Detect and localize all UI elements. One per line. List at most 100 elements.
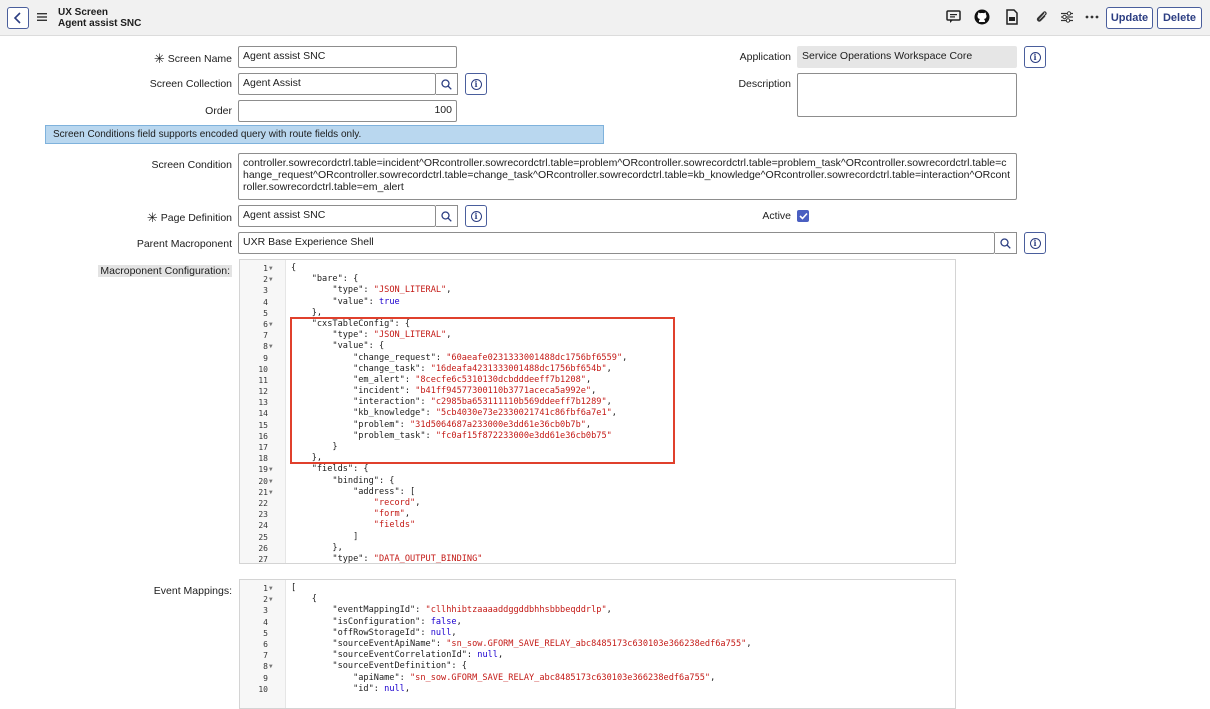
code-lines: 1 ▼{2 ▼ "bare": {3 "type": "JSON_LITERAL",… bbox=[240, 263, 955, 564]
hamburger-menu-icon[interactable] bbox=[37, 12, 47, 22]
screen-collection-info-button[interactable]: i bbox=[465, 73, 487, 95]
code-line: 10 "id": null, bbox=[240, 684, 955, 695]
fold-arrow-icon[interactable]: ▼ bbox=[269, 464, 273, 475]
code-line: 24 "fields" bbox=[240, 520, 955, 531]
code-text: "record", bbox=[373, 497, 421, 508]
fold-arrow-icon[interactable]: ▼ bbox=[269, 661, 273, 672]
github-icon[interactable] bbox=[973, 8, 991, 26]
fold-arrow-icon[interactable]: ▼ bbox=[269, 476, 273, 487]
line-number: 2 bbox=[263, 275, 268, 285]
code-line: 9 "apiName": "sn_sow.GFORM_SAVE_RELAY_ab… bbox=[240, 673, 955, 684]
fold-arrow-icon[interactable]: ▼ bbox=[269, 487, 273, 498]
fold-arrow-icon[interactable]: ▼ bbox=[269, 341, 273, 352]
line-number: 7 bbox=[263, 651, 268, 661]
description-textarea[interactable] bbox=[797, 73, 1017, 117]
screen-name-input[interactable]: Agent assist SNC bbox=[238, 46, 457, 68]
code-line: 5 }, bbox=[240, 308, 955, 319]
macroponent-config-editor[interactable]: 1 ▼{2 ▼ "bare": {3 "type": "JSON_LITERAL",… bbox=[239, 259, 956, 564]
fold-arrow-icon[interactable]: ▼ bbox=[269, 594, 273, 605]
line-number: 10 bbox=[258, 684, 268, 694]
line-number: 21 bbox=[258, 487, 268, 497]
code-text: ] bbox=[291, 531, 359, 542]
table-name: UX Screen bbox=[58, 7, 109, 18]
line-number: 25 bbox=[258, 532, 268, 542]
code-line: 13 "interaction": "c2985ba653111110b569d… bbox=[240, 397, 955, 408]
page-definition-input[interactable]: Agent assist SNC bbox=[238, 205, 436, 227]
info-icon: i bbox=[1029, 237, 1041, 249]
line-number: 23 bbox=[258, 510, 268, 520]
line-number: 20 bbox=[258, 476, 268, 486]
code-line: 23 "form", bbox=[240, 509, 955, 520]
screen-condition-textarea[interactable]: controller.sowrecordctrl.table=incident^… bbox=[238, 153, 1017, 200]
code-line: 1 ▼ [ bbox=[240, 583, 955, 594]
line-number: 17 bbox=[258, 443, 268, 452]
code-text: "em_alert": "8cecfe6c5310130dcbdddeeff7b… bbox=[291, 374, 592, 385]
document-icon[interactable] bbox=[1003, 8, 1021, 26]
back-button[interactable] bbox=[7, 7, 29, 29]
line-number: 6 bbox=[263, 639, 268, 649]
attachment-icon[interactable] bbox=[1033, 8, 1051, 26]
code-text: }, bbox=[291, 542, 343, 553]
code-text: "problem": "31d5064687a233000e3dd61e36cb… bbox=[291, 419, 592, 430]
fold-arrow-icon[interactable]: ▼ bbox=[269, 263, 273, 274]
line-number: 7 bbox=[263, 331, 268, 341]
more-icon[interactable] bbox=[1083, 8, 1101, 26]
line-number: 15 bbox=[258, 420, 268, 430]
parent-macroponent-lookup-button[interactable] bbox=[995, 232, 1017, 254]
comment-icon[interactable] bbox=[944, 8, 962, 26]
line-number: 27 bbox=[258, 554, 268, 564]
line-number: 10 bbox=[258, 364, 268, 374]
event-mappings-editor[interactable]: 1 ▼[2 ▼ {3 "eventMappingId": "cllhhibtzaaa… bbox=[239, 579, 956, 709]
line-number: 5 bbox=[263, 308, 268, 318]
screen-collection-input[interactable]: Agent Assist bbox=[238, 73, 436, 95]
order-label: Order bbox=[205, 105, 232, 117]
code-text: "address": [ bbox=[291, 486, 416, 497]
code-text: }, bbox=[291, 307, 323, 318]
page-definition-lookup-button[interactable] bbox=[436, 205, 458, 227]
order-input[interactable]: 100 bbox=[238, 100, 457, 122]
line-number: 8 bbox=[263, 342, 268, 352]
record-title: UX Screen Agent assist SNC bbox=[58, 7, 141, 29]
code-text: "fields": { bbox=[291, 464, 369, 475]
parent-macroponent-input[interactable]: UXR Base Experience Shell bbox=[238, 232, 995, 254]
active-checkbox[interactable] bbox=[797, 210, 809, 222]
required-asterisk-icon: ✳ bbox=[153, 51, 165, 66]
code-line: 7 "type": "JSON_LITERAL", bbox=[240, 330, 955, 341]
page-definition-info-button[interactable]: i bbox=[465, 205, 487, 227]
line-number: 4 bbox=[263, 297, 268, 307]
line-number: 26 bbox=[258, 543, 268, 553]
event-mappings-label: Event Mappings: bbox=[153, 585, 232, 597]
line-number: 13 bbox=[258, 398, 268, 408]
code-text: "problem_task": "fc0af15f872233000e3dd61… bbox=[291, 430, 612, 441]
code-text: "eventMappingId": "cllhhibtzaaaaddggddbh… bbox=[291, 605, 612, 616]
line-number: 18 bbox=[258, 454, 268, 464]
code-line: 7 "sourceEventCorrelationId": null, bbox=[240, 650, 955, 661]
search-icon bbox=[441, 78, 452, 90]
settings-sliders-icon[interactable] bbox=[1058, 8, 1076, 26]
update-button[interactable]: Update bbox=[1106, 7, 1153, 29]
delete-button[interactable]: Delete bbox=[1157, 7, 1202, 29]
code-line: 20 ▼ "binding": { bbox=[240, 476, 955, 487]
code-text: "type": "DATA_OUTPUT_BINDING" bbox=[291, 553, 483, 564]
code-text: "isConfiguration": false, bbox=[291, 616, 462, 627]
code-text: "fields" bbox=[373, 520, 416, 531]
code-text: "bare": { bbox=[291, 274, 359, 285]
fold-arrow-icon[interactable]: ▼ bbox=[269, 274, 273, 285]
code-line: 12 "incident": "b41ff94577300110b3771ace… bbox=[240, 386, 955, 397]
fold-arrow-icon[interactable]: ▼ bbox=[269, 583, 273, 594]
screen-collection-lookup-button[interactable] bbox=[436, 73, 458, 95]
parent-macroponent-info-button[interactable]: i bbox=[1024, 232, 1046, 254]
code-text: "sourceEventApiName": "sn_sow.GFORM_SAVE… bbox=[291, 638, 752, 649]
fold-arrow-icon[interactable]: ▼ bbox=[269, 319, 273, 330]
code-line: 8 ▼ "sourceEventDefinition": { bbox=[240, 661, 955, 672]
code-text: "change_request": "60aeafe0231333001488d… bbox=[291, 352, 628, 363]
line-number: 1 bbox=[263, 584, 268, 593]
code-text: }, bbox=[291, 453, 323, 464]
code-lines: 1 ▼[2 ▼ {3 "eventMappingId": "cllhhibtzaaa… bbox=[240, 583, 955, 695]
application-info-button[interactable]: i bbox=[1024, 46, 1046, 68]
code-line: 11 "em_alert": "8cecfe6c5310130dcbdddeef… bbox=[240, 375, 955, 386]
screen-name-label: ✳ Screen Name bbox=[153, 51, 232, 66]
code-text: { bbox=[291, 263, 297, 273]
code-line: 17 } bbox=[240, 442, 955, 453]
code-text: "type": "JSON_LITERAL", bbox=[291, 285, 452, 296]
